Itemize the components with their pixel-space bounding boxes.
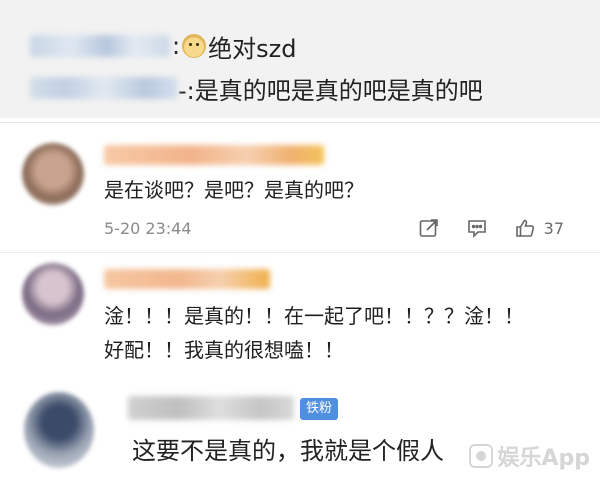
comment-text: 淦！！！是真的！！在一起了吧！！？？淦！！ (104, 304, 524, 328)
blurred-username (30, 77, 178, 99)
like-count: 37 (543, 218, 564, 238)
colon-separator: : (172, 32, 181, 60)
quoted-reply-text: -:是真的吧是真的吧是真的吧 (178, 76, 483, 105)
quoted-reply-line: -:是真的吧是真的吧是真的吧 (30, 70, 483, 106)
blurred-username[interactable] (128, 396, 294, 420)
quoted-reply-line: : 绝对szd (30, 28, 296, 64)
quoted-reply-text: 绝对szd (208, 34, 297, 63)
doge-emoji-icon (182, 34, 207, 58)
comment-meta: 5-20 23:44 37 (104, 217, 584, 239)
app-logo-icon (469, 444, 494, 468)
watermark: 娱乐App (469, 440, 590, 472)
comment-text: 是在谈吧？是吧？是真的吧？ (104, 178, 364, 202)
blurred-username (30, 35, 170, 57)
avatar[interactable] (24, 392, 94, 468)
comment-timestamp: 5-20 23:44 (104, 218, 192, 238)
like-icon[interactable] (514, 217, 536, 239)
comment-text: 这要不是真的，我就是个假人 (132, 437, 444, 465)
blurred-username[interactable] (104, 269, 270, 289)
blurred-username[interactable] (104, 145, 324, 165)
share-icon[interactable] (418, 217, 440, 239)
comment-item: 是在谈吧？是吧？是真的吧？ 5-20 23:44 37 (0, 122, 600, 252)
quoted-reply-block: : 绝对szd -:是真的吧是真的吧是真的吧 (0, 0, 600, 118)
comment-item: 铁粉 这要不是真的，我就是个假人 (0, 378, 600, 496)
comment-text: 好配！！我真的很想嗑！！ (104, 338, 344, 362)
like-button[interactable]: 37 (514, 217, 564, 239)
comment-actions: 37 (418, 217, 564, 239)
comment-item: 淦！！！是真的！！在一起了吧！！？？淦！！ 好配！！我真的很想嗑！！ (0, 252, 600, 372)
avatar[interactable] (22, 143, 84, 205)
watermark-text: 娱乐App (497, 446, 590, 471)
avatar[interactable] (22, 263, 84, 325)
comment-icon[interactable] (466, 217, 488, 239)
fan-badge: 铁粉 (300, 398, 339, 420)
